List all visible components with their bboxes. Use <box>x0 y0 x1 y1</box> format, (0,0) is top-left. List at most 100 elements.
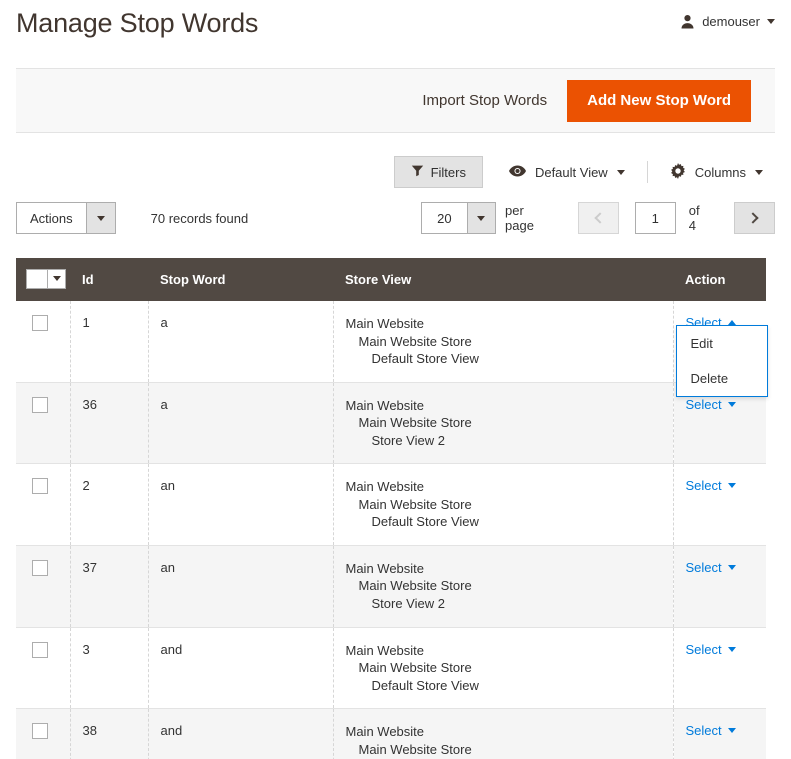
select-action-link[interactable]: Select <box>686 560 736 575</box>
import-stop-words-button[interactable]: Import Stop Words <box>420 85 549 116</box>
table-row[interactable]: 37anMain WebsiteMain Website StoreStore … <box>16 545 766 627</box>
cell-id: 3 <box>70 627 148 709</box>
table-row[interactable]: 2anMain WebsiteMain Website StoreDefault… <box>16 464 766 546</box>
actions-dropdown[interactable]: Actions <box>16 202 116 234</box>
gear-icon <box>670 163 686 182</box>
select-action-label: Select <box>686 397 722 412</box>
user-menu[interactable]: demouser <box>680 14 775 29</box>
filters-button[interactable]: Filters <box>394 156 483 188</box>
column-header-store-view[interactable]: Store View <box>333 258 673 301</box>
chevron-down-icon <box>477 216 485 221</box>
store-view-level-3: Default Store View <box>346 350 661 368</box>
row-checkbox[interactable] <box>32 478 48 494</box>
cell-stop-word: and <box>148 709 333 759</box>
column-header-action: Action <box>673 258 766 301</box>
page-header: Manage Stop Words demouser <box>0 0 791 68</box>
store-view-level-2: Main Website Store <box>346 577 661 595</box>
table-row[interactable]: 36aMain WebsiteMain Website StoreStore V… <box>16 382 766 464</box>
store-view-level-2: Main Website Store <box>346 741 661 759</box>
chevron-down-icon[interactable] <box>755 170 763 175</box>
toolbar-controls-row: Filters Default View Columns <box>16 152 775 192</box>
cell-action: SelectEditDelete <box>673 301 766 382</box>
default-view-label: Default View <box>535 165 608 180</box>
cell-id: 38 <box>70 709 148 759</box>
cell-store-view: Main WebsiteMain Website StoreStore View… <box>333 545 673 627</box>
cell-stop-word: an <box>148 464 333 546</box>
store-view-level-3: Store View 2 <box>346 432 661 450</box>
store-view-level-1: Main Website <box>346 315 661 333</box>
chevron-down-icon <box>728 483 736 488</box>
action-menu-item-delete[interactable]: Delete <box>677 361 767 396</box>
select-all-checkbox[interactable] <box>27 270 47 288</box>
cell-id: 37 <box>70 545 148 627</box>
store-view-level-1: Main Website <box>346 478 661 496</box>
store-view-level-2: Main Website Store <box>346 659 661 677</box>
store-view-level-2: Main Website Store <box>346 414 661 432</box>
select-all-control[interactable] <box>26 269 66 289</box>
store-view-level-3: Default Store View <box>346 513 661 531</box>
select-action-label: Select <box>686 723 722 738</box>
store-view-level-3: Store View 2 <box>346 595 661 613</box>
action-menu-item-edit[interactable]: Edit <box>677 326 767 361</box>
table-row[interactable]: 38andMain WebsiteMain Website StoreStore… <box>16 709 766 759</box>
row-checkbox[interactable] <box>32 397 48 413</box>
cell-stop-word: and <box>148 627 333 709</box>
column-header-stop-word[interactable]: Stop Word <box>148 258 333 301</box>
select-all-dropdown-arrow[interactable] <box>47 270 65 288</box>
row-checkbox[interactable] <box>32 723 48 739</box>
cell-action: Select <box>673 464 766 546</box>
chevron-down-icon[interactable] <box>617 170 625 175</box>
cell-action: Select <box>673 627 766 709</box>
row-select-cell <box>16 709 70 759</box>
select-all-header <box>16 258 70 301</box>
select-action-link[interactable]: Select <box>686 642 736 657</box>
row-select-cell <box>16 382 70 464</box>
cell-stop-word: a <box>148 382 333 464</box>
user-name: demouser <box>702 14 760 29</box>
chevron-down-icon <box>728 647 736 652</box>
row-checkbox[interactable] <box>32 315 48 331</box>
user-icon <box>680 14 695 29</box>
next-page-button[interactable] <box>734 202 775 234</box>
chevron-down-icon <box>728 728 736 733</box>
table-row[interactable]: 3and Main WebsiteMain Website StoreDefaul… <box>16 627 766 709</box>
cell-store-view: Main WebsiteMain Website StoreDefault St… <box>333 301 673 382</box>
column-header-id[interactable]: Id <box>70 258 148 301</box>
store-view-level-2: Main Website Store <box>346 333 661 351</box>
default-view-control[interactable]: Default View <box>505 159 629 186</box>
per-page-dropdown-arrow[interactable] <box>467 203 495 233</box>
columns-control[interactable]: Columns <box>666 157 767 188</box>
select-action-link[interactable]: Select <box>686 723 736 738</box>
select-action-link[interactable]: Select <box>686 478 736 493</box>
chevron-down-icon <box>53 276 61 281</box>
chevron-down-icon <box>728 402 736 407</box>
filters-label: Filters <box>431 165 466 180</box>
grid-body: 1aMain WebsiteMain Website StoreDefault … <box>16 301 766 759</box>
per-page-dropdown[interactable]: 20 <box>421 202 496 234</box>
previous-page-button[interactable] <box>578 202 619 234</box>
add-new-stop-word-button[interactable]: Add New Stop Word <box>567 80 751 122</box>
select-action-link[interactable]: Select <box>686 397 736 412</box>
chevron-down-icon <box>728 565 736 570</box>
store-view-level-1: Main Website <box>346 723 661 741</box>
pager: 20 per page of 4 <box>421 202 775 234</box>
store-view-level-3: Default Store View <box>346 677 661 695</box>
cell-action: Select <box>673 709 766 759</box>
chevron-down-icon[interactable] <box>767 19 775 24</box>
chevron-down-icon <box>97 216 105 221</box>
chevron-right-icon <box>747 212 758 223</box>
table-row[interactable]: 1aMain WebsiteMain Website StoreDefault … <box>16 301 766 382</box>
per-page-label: per page <box>505 203 553 233</box>
actions-dropdown-arrow[interactable] <box>86 203 115 233</box>
select-action-label: Select <box>686 478 722 493</box>
row-checkbox[interactable] <box>32 642 48 658</box>
grid-header-row: Id Stop Word Store View Action <box>16 258 766 301</box>
select-action-label: Select <box>686 560 722 575</box>
grid-header: Id Stop Word Store View Action <box>16 258 766 301</box>
row-checkbox[interactable] <box>32 560 48 576</box>
chevron-left-icon <box>594 212 605 223</box>
grid-toolbar: Filters Default View Columns Actions 70 … <box>16 152 775 244</box>
store-view-level-1: Main Website <box>346 642 661 660</box>
page-number-input[interactable] <box>635 202 676 234</box>
action-dropdown-menu: EditDelete <box>676 325 768 397</box>
